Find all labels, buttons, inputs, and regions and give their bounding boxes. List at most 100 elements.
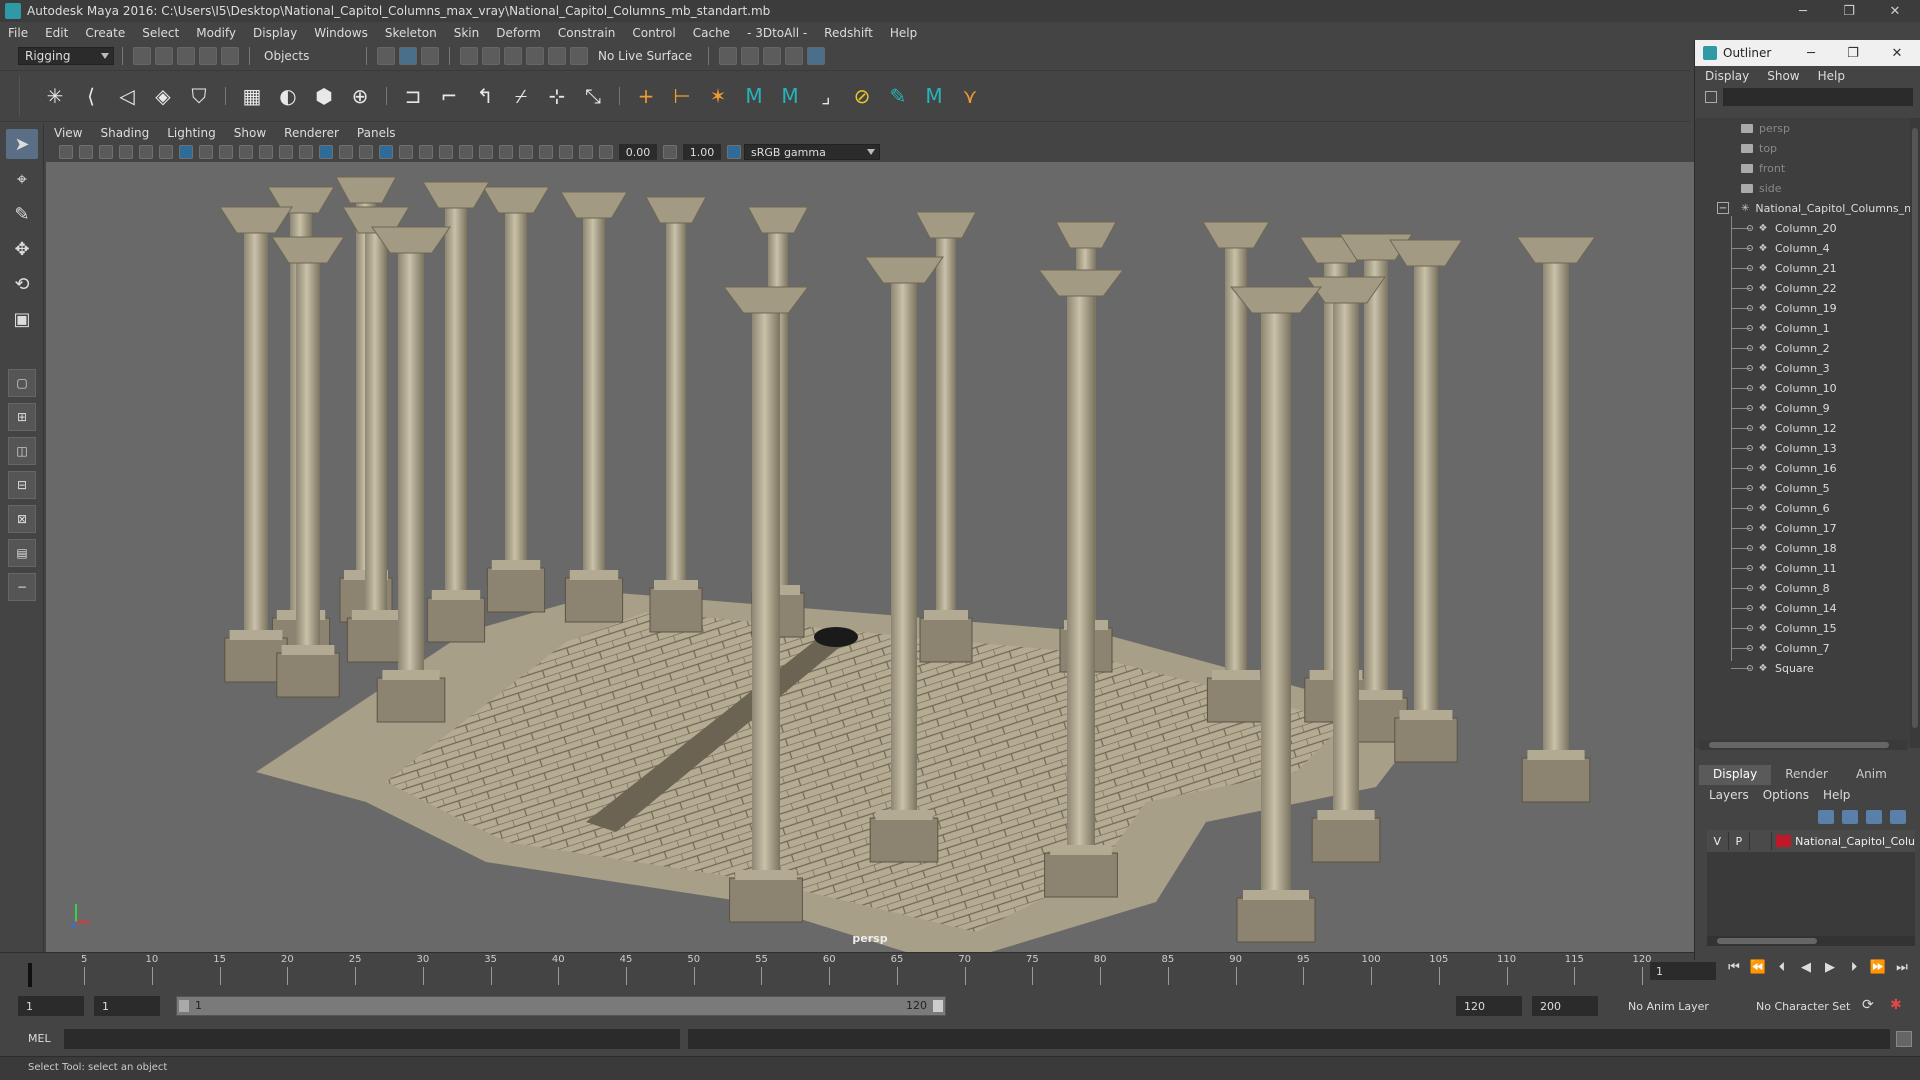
scrollbar-thumb[interactable] [1709,742,1889,748]
tab-render[interactable]: Render [1771,765,1842,785]
outliner-item[interactable]: ❖ Column_2 [1695,338,1910,358]
outliner-group-item[interactable]: − ✳ National_Capitol_Columns_n [1695,198,1910,218]
snap-live-icon[interactable] [570,47,588,65]
layer-menu-options[interactable]: Options [1763,788,1809,802]
paint-select-icon[interactable]: ✎ [6,199,38,229]
outliner-item[interactable]: ❖ Column_10 [1695,378,1910,398]
snap-point-icon[interactable] [504,47,522,65]
time-slider[interactable]: 5 10 15 20 25 30 35 40 45 50 55 60 65 70 75 80 85 90 95 100… [0,952,1694,987]
bind-skin-icon[interactable]: ⊐ [398,81,428,111]
blend-shape-icon[interactable]: M [919,81,949,111]
ik-spline-icon[interactable]: ◁ [112,81,142,111]
collapse-icon[interactable]: − [1717,202,1729,214]
outliner-item[interactable]: top [1695,138,1910,158]
auto-key-icon[interactable]: ⟳ [1862,997,1874,1013]
select-hierarchy-icon[interactable] [377,47,395,65]
selection-mode-dropdown[interactable]: Objects [258,47,358,65]
bookmark-icon[interactable] [99,145,113,159]
menu-select[interactable]: Select [142,26,179,40]
layer-horizontal-scrollbar[interactable] [1707,936,1915,946]
play-forward-icon[interactable]: ▶ [1818,960,1842,975]
xray-joints-icon[interactable] [579,145,593,159]
mirror-joint-icon[interactable]: ◈ [148,81,178,111]
pose-editor-icon[interactable]: ⋎ [955,81,985,111]
use-lights-icon[interactable] [399,145,413,159]
rotate-tool-icon[interactable]: ⟲ [6,269,38,299]
more-layouts-icon[interactable]: − [8,573,36,601]
outliner-item[interactable]: ❖ Column_13 [1695,438,1910,458]
anim-layer-dropdown[interactable]: No Anim Layer [1622,996,1742,1016]
outliner-item[interactable]: ❖ Column_20 [1695,218,1910,238]
select-object-icon[interactable] [399,47,417,65]
script-language-label[interactable]: MEL [28,1032,51,1045]
select-component-icon[interactable] [421,47,439,65]
end-time-field[interactable]: 200 [1532,996,1598,1016]
menu-deform[interactable]: Deform [496,26,541,40]
side-by-side-layout-icon[interactable]: ◫ [8,437,36,465]
render-frame-icon[interactable] [741,47,760,65]
menu-modify[interactable]: Modify [196,26,236,40]
aim-constraint-icon[interactable]: M [775,81,805,111]
xray-icon[interactable] [539,145,553,159]
menu-file[interactable]: File [8,26,28,40]
exposure-field[interactable]: 0.00 [619,144,657,160]
panel-menu-shading[interactable]: Shading [100,126,149,140]
ipr-render-icon[interactable] [763,47,782,65]
camera-attributes-icon[interactable] [79,145,93,159]
image-plane-icon[interactable] [119,145,133,159]
locator-icon[interactable]: + [631,81,661,111]
outliner-item[interactable]: front [1695,158,1910,178]
panel-menu-show[interactable]: Show [234,126,266,140]
live-surface-label[interactable]: No Live Surface [598,49,692,63]
anim-start-field[interactable]: 1 [94,996,160,1016]
soft-mod-icon[interactable]: ⊕ [345,81,375,111]
lasso-tool-icon[interactable]: ⌖ [6,164,38,194]
select-camera-icon[interactable] [59,145,73,159]
default-material-icon[interactable] [339,145,353,159]
point-constraint-icon[interactable]: ✶ [703,81,733,111]
layer-playback-toggle[interactable]: P [1729,832,1751,850]
snap-view-plane-icon[interactable] [526,47,544,65]
motion-blur-icon[interactable] [459,145,473,159]
outliner-item[interactable]: ❖ Column_7 [1695,638,1910,658]
outliner-item[interactable]: ❖ Column_15 [1695,618,1910,638]
new-scene-icon[interactable] [133,47,151,65]
redo-icon[interactable] [221,47,239,65]
step-back-key-icon[interactable]: ⏪ [1746,960,1770,975]
scale-tool-icon[interactable]: ▣ [6,304,38,334]
layer-display-type[interactable] [1750,832,1772,850]
outliner-item[interactable]: ❖ Column_16 [1695,458,1910,478]
panel-menu-renderer[interactable]: Renderer [284,126,339,140]
menu-skin[interactable]: Skin [454,26,480,40]
outliner-vertical-scrollbar[interactable] [1910,118,1920,748]
perspective-viewport[interactable]: persp [46,162,1694,952]
outliner-item[interactable]: ❖ Column_9 [1695,398,1910,418]
smooth-shade-icon[interactable] [319,145,333,159]
menu-windows[interactable]: Windows [314,26,368,40]
outliner-item[interactable]: persp [1695,118,1910,138]
screen-space-ao-icon[interactable] [439,145,453,159]
outliner-menu-show[interactable]: Show [1767,69,1799,83]
outliner-item[interactable]: ❖ Column_19 [1695,298,1910,318]
range-end-handle[interactable] [933,1000,943,1012]
safe-action-icon[interactable] [279,145,293,159]
command-input[interactable] [64,1029,680,1049]
anim-end-field[interactable]: 120 [1456,996,1522,1016]
range-slider[interactable]: 1 120 [176,996,946,1016]
grease-pencil-icon[interactable] [159,145,173,159]
scrollbar-thumb[interactable] [1912,128,1918,728]
outliner-item[interactable]: ❖ Column_21 [1695,258,1910,278]
menu-set-dropdown[interactable]: Rigging [18,47,114,65]
refresh-icon[interactable] [1705,91,1717,103]
lattice-icon[interactable]: ▦ [237,81,267,111]
render-view-icon[interactable] [719,47,738,65]
hypershade-layout-icon[interactable]: ▤ [8,539,36,567]
gamma-icon[interactable] [663,145,677,159]
open-scene-icon[interactable] [155,47,173,65]
play-backward-icon[interactable]: ◀ [1794,960,1818,975]
outliner-item[interactable]: ❖ Column_4 [1695,238,1910,258]
four-view-layout-icon[interactable]: ⊞ [8,403,36,431]
close-button[interactable]: ✕ [1874,0,1916,22]
scale-constraint-icon[interactable]: ⌟ [811,81,841,111]
layer-visibility-toggle[interactable]: V [1707,832,1729,850]
